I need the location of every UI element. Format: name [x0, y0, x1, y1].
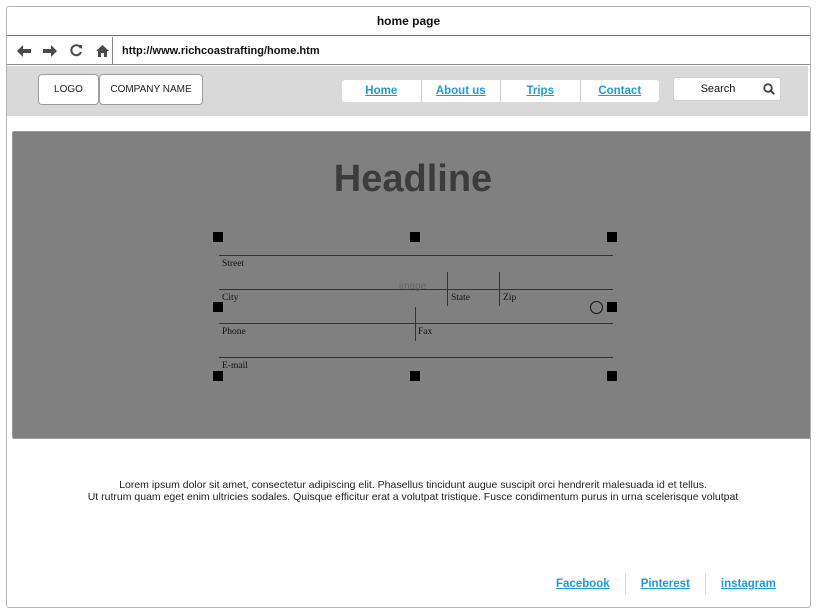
footer-link-instagram[interactable]: instagram [704, 573, 791, 595]
form-rule [219, 323, 613, 324]
browser-nav-buttons [7, 37, 113, 64]
resize-handle-left[interactable] [213, 302, 223, 312]
footer-social-links: Facebook Pinterest instagram [541, 573, 791, 595]
form-rule [219, 357, 613, 358]
state-label: State [451, 293, 470, 303]
company-name: COMPANY NAME [99, 74, 203, 105]
search-box[interactable]: Search [673, 77, 781, 101]
street-label: Street [222, 259, 245, 269]
city-label: City [222, 293, 239, 303]
nav-link-home[interactable]: Home [342, 80, 421, 102]
form-divider [447, 272, 448, 306]
main-nav: Home About us Trips Contact [342, 80, 659, 102]
site-header: LOGO COMPANY NAME Home About us Trips Co… [7, 66, 808, 116]
address-bar: http://www.richcoastrafting/home.htm [7, 37, 810, 65]
home-icon[interactable] [92, 41, 112, 61]
nav-link-trips[interactable]: Trips [500, 80, 580, 102]
form-divider [499, 272, 500, 306]
nav-link-contact[interactable]: Contact [579, 80, 660, 102]
form-divider [415, 307, 416, 341]
resize-handle-right[interactable] [607, 302, 617, 312]
phone-label: Phone [222, 327, 246, 337]
resize-handle-top-left[interactable] [213, 232, 223, 242]
email-label: E-mail [222, 361, 248, 371]
headline: Headline [333, 158, 493, 200]
nav-link-about-us[interactable]: About us [420, 80, 501, 102]
body-text-line: Ut rutrum quam eget enim ultricies sodal… [87, 491, 739, 503]
logo[interactable]: LOGO [38, 74, 99, 105]
magnifier-icon[interactable] [758, 83, 780, 95]
footer-link-pinterest[interactable]: Pinterest [624, 573, 705, 595]
address-form-image[interactable]: Street image City State Zip Phone Fax E-… [219, 255, 613, 375]
browser-window: home page http://www.richcoastrafting/ho… [6, 6, 811, 608]
body-text-line: Lorem ipsum dolor sit amet, consectetur … [119, 479, 707, 491]
zip-label: Zip [503, 293, 517, 303]
rotate-handle-icon[interactable] [590, 301, 603, 314]
resize-handle-top-right[interactable] [607, 232, 617, 242]
back-arrow-icon[interactable] [14, 41, 34, 61]
resize-handle-bottom-right[interactable] [607, 371, 617, 381]
body-text: Lorem ipsum dolor sit amet, consectetur … [7, 479, 810, 503]
forward-arrow-icon[interactable] [40, 41, 60, 61]
hero-banner: Headline Street image City State Zip Pho… [12, 131, 810, 439]
resize-handle-top[interactable] [410, 232, 420, 242]
url-field[interactable]: http://www.richcoastrafting/home.htm [113, 45, 320, 57]
refresh-icon[interactable] [66, 41, 86, 61]
resize-handle-bottom[interactable] [410, 371, 420, 381]
fax-label: Fax [418, 327, 433, 337]
form-rule [219, 255, 613, 256]
search-label: Search [700, 83, 736, 95]
footer-link-facebook[interactable]: Facebook [541, 573, 625, 595]
resize-handle-bottom-left[interactable] [213, 371, 223, 381]
image-placeholder-label: image [399, 281, 427, 292]
window-title: home page [7, 7, 810, 36]
